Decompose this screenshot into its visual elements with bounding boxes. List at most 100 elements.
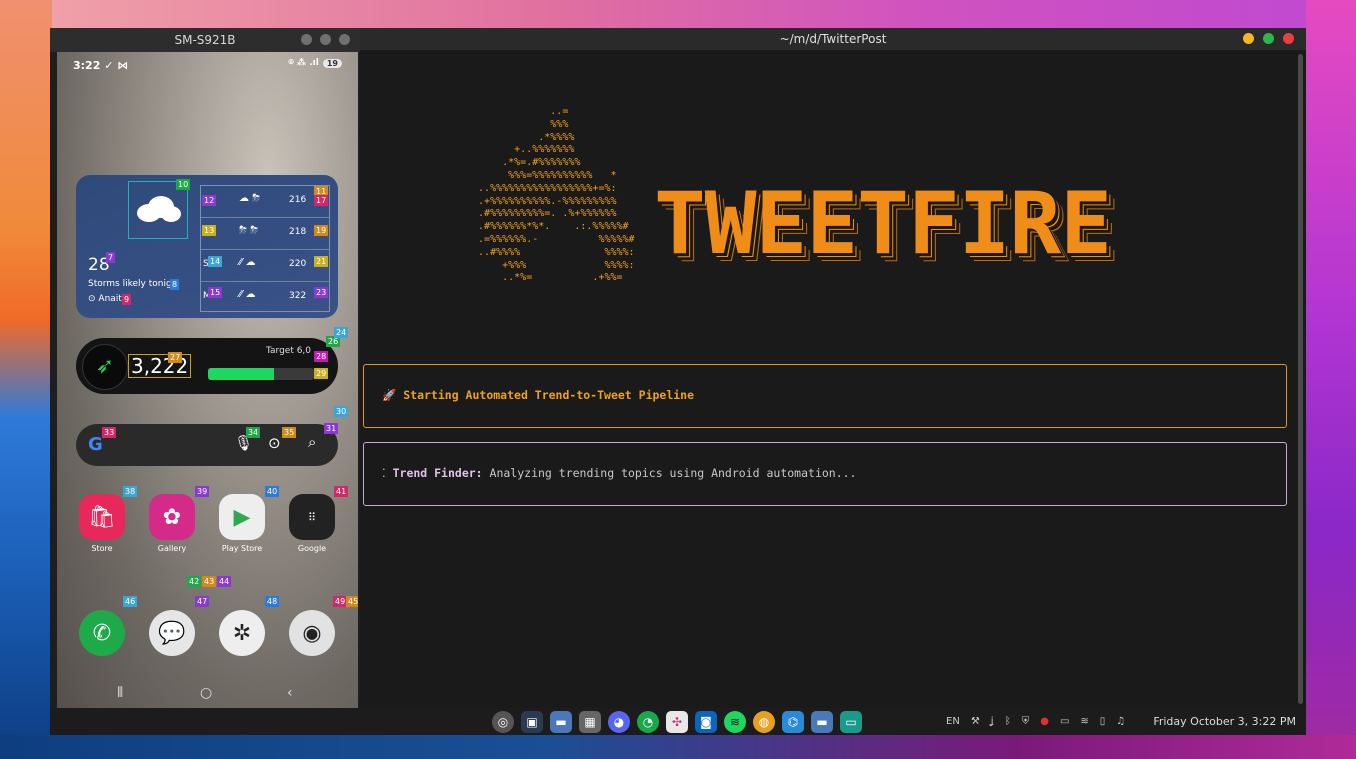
pipeline-start-text: 🚀 Starting Automated Trend-to-Tweet Pipe… (382, 388, 695, 402)
step-progress-bar (208, 368, 314, 380)
folder-icon[interactable]: ▬ (811, 711, 833, 733)
ui-marker: 42 (187, 576, 202, 587)
terminal-output[interactable]: ..= %%% .*%%%% +..%%%%%%% .*%=.#%%%%%%% … (360, 50, 1294, 708)
google-search-bar[interactable]: G 🎙 ⊙ ⌕ 33 34 35 31 (76, 423, 339, 466)
hook-icon[interactable]: ʝ (991, 716, 994, 727)
phone-mirror-window: SM-S921B 3:22 ✓ ⋈ ⌾ ⁂ .ıl 19 28 Storms l… (50, 28, 360, 708)
ui-marker: 8 (170, 279, 180, 290)
vscode-icon[interactable]: ⌬ (782, 711, 804, 733)
chrome-icon[interactable]: ◍ (753, 711, 775, 733)
google-logo-icon[interactable]: G (88, 434, 103, 455)
whatsapp-icon[interactable]: ◔ (637, 711, 659, 733)
shield-icon[interactable]: ⛨ (1022, 716, 1030, 727)
ui-marker: 28 (314, 351, 329, 362)
ascii-flame-art: ..= %%% .*%%%% +..%%%%%%% .*%=.#%%%%%%% … (478, 106, 635, 284)
ui-marker: 31 (324, 423, 339, 434)
ui-marker: 7 (106, 252, 116, 263)
maximize-button[interactable] (320, 34, 331, 45)
wallpaper (0, 0, 52, 759)
wifi-icon[interactable]: ≋ (1080, 716, 1088, 727)
calculator-icon[interactable]: ▦ (579, 711, 601, 733)
terminal-icon[interactable]: ▣ (521, 711, 543, 733)
ui-marker: 39 (195, 486, 210, 497)
record-icon[interactable]: ● (1040, 716, 1049, 727)
app-chatgpt[interactable]: ✲ (207, 602, 277, 680)
monitor-icon[interactable]: ▭ (840, 711, 862, 733)
app-google-folder[interactable]: ⠿ Google (277, 486, 347, 564)
terminal-scrollbar[interactable] (1298, 54, 1303, 704)
weather-widget[interactable]: 28 Storms likely tonig! ⊙ Anait ☁ ⛈ 216 … (76, 175, 338, 318)
ui-marker: 46 (123, 596, 138, 607)
messages-icon: 💬 (149, 610, 195, 656)
ui-marker: 34 (246, 427, 261, 438)
phone-window-titlebar[interactable]: SM-S921B (50, 28, 360, 52)
outlook-icon[interactable]: ◙ (695, 711, 717, 733)
camera-icon: ◉ (289, 610, 335, 656)
app-play-store[interactable]: ▶ Play Store (207, 486, 277, 564)
terminal-titlebar[interactable]: ~/m/d/TwitterPost (360, 28, 1306, 50)
app-gallery[interactable]: ✿ Gallery (137, 486, 207, 564)
close-button[interactable] (1283, 33, 1294, 44)
weather-summary: Storms likely tonig! (88, 279, 176, 289)
ui-marker: 12 (202, 195, 217, 206)
ui-marker: 44 (217, 576, 232, 587)
shoe-icon: ➶ (82, 344, 128, 390)
slack-icon[interactable]: ✣ (666, 711, 688, 733)
terminal-title: ~/m/d/TwitterPost (779, 32, 887, 46)
keyboard-layout[interactable]: EN (946, 716, 960, 727)
music-icon[interactable]: ♫ (1116, 716, 1125, 727)
app-store[interactable]: 🛍 Store (67, 486, 137, 564)
app-phone[interactable]: ✆ (67, 602, 137, 680)
home-button[interactable]: ○ (200, 685, 212, 701)
ui-marker: 19 (314, 225, 329, 236)
clock[interactable]: Friday October 3, 3:22 PM (1153, 715, 1296, 728)
app-camera[interactable]: ◉ (277, 602, 347, 680)
weather-icon: ⁄⁄ ☁ (239, 289, 256, 300)
ui-marker: 27 (168, 352, 183, 363)
close-button[interactable] (339, 34, 350, 45)
ui-marker: 29 (314, 368, 329, 379)
recents-button[interactable]: ⦀ (117, 685, 123, 701)
wallpaper-bottom (0, 735, 1356, 759)
step-counter-widget[interactable]: ➶ 3,222 Target 6,0 27 28 29 26 (76, 336, 341, 394)
status-time: 3:22 ✓ ⋈ (73, 59, 129, 72)
ui-marker: 33 (102, 427, 117, 438)
bluetooth-icon[interactable]: ᛒ (1005, 716, 1011, 727)
flower-icon: ✿ (149, 494, 195, 540)
app-messages[interactable]: 💬 (137, 602, 207, 680)
ui-marker: 41 (334, 486, 349, 497)
ui-marker: 40 (265, 486, 280, 497)
display-icon[interactable]: ▭ (1060, 716, 1069, 727)
trend-finder-panel: ⁚ Trend Finder: Analyzing trending topic… (363, 442, 1287, 506)
trend-finder-text: ⁚ Trend Finder: Analyzing trending topic… (382, 466, 857, 480)
menu-icon[interactable]: ◎ (492, 711, 514, 733)
phone-nav-bar: ⦀ ○ ‹ (57, 680, 358, 708)
minimize-button[interactable] (301, 34, 312, 45)
phone-icon: ✆ (79, 610, 125, 656)
tweetfire-banner: TWEETFIRE (654, 174, 1112, 274)
search-icon[interactable]: ⌕ (308, 433, 316, 451)
wallpaper-right (1306, 0, 1356, 759)
phone-screen[interactable]: 3:22 ✓ ⋈ ⌾ ⁂ .ıl 19 28 Storms likely ton… (57, 52, 358, 708)
maximize-button[interactable] (1263, 33, 1274, 44)
network-tools-icon[interactable]: ⚒ (971, 716, 980, 727)
play-icon: ▶ (219, 494, 265, 540)
ui-marker: 45 (346, 596, 358, 607)
folder-icon: ⠿ (289, 494, 335, 540)
files-icon[interactable]: ▬ (550, 711, 572, 733)
battery-icon[interactable]: ▯ (1100, 716, 1106, 727)
minimize-button[interactable] (1243, 33, 1254, 44)
back-button[interactable]: ‹ (287, 685, 293, 701)
cloud-icon (137, 196, 181, 222)
discord-icon[interactable]: ◕ (608, 711, 630, 733)
bag-icon: 🛍 (79, 494, 125, 540)
google-lens-icon[interactable]: ⊙ (268, 434, 281, 452)
forecast-row: ⛈ ⛈ 218 (201, 218, 329, 250)
ui-marker: 10 (176, 179, 191, 190)
chatgpt-icon: ✲ (219, 610, 265, 656)
spotify-icon[interactable]: ≋ (724, 711, 746, 733)
phone-window-controls (301, 34, 350, 45)
taskbar-apps: ◎ ▣ ▬ ▦ ◕ ◔ ✣ ◙ ≋ ◍ ⌬ ▬ ▭ (492, 711, 862, 733)
weather-icon: ☁ ⛈ (239, 193, 261, 204)
step-progress-fill (208, 368, 274, 380)
